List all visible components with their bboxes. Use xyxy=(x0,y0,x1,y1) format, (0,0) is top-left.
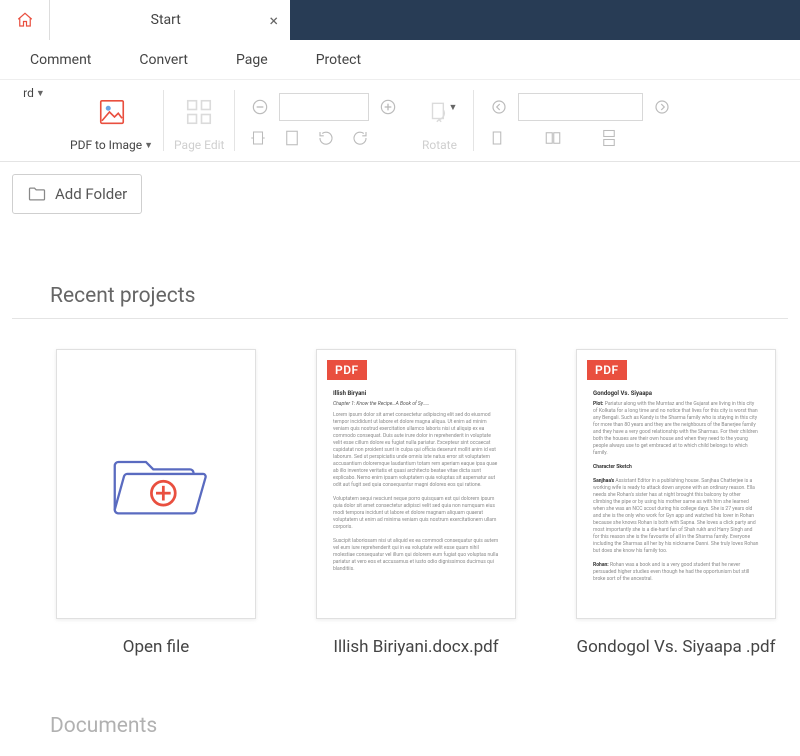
menu-page[interactable]: Page xyxy=(214,44,290,76)
documents-title: Documents xyxy=(12,714,788,738)
doc-preview: Illish Biryani Chapter 1: Know the Recip… xyxy=(333,390,499,602)
fit-page-icon xyxy=(283,129,301,147)
continuous-icon xyxy=(600,129,618,147)
pdf-badge: PDF xyxy=(327,360,367,380)
chevron-right-icon xyxy=(653,98,671,116)
rotate-cw-button[interactable] xyxy=(345,123,375,153)
tab-label: Start xyxy=(62,12,269,28)
pdf-badge: PDF xyxy=(587,360,627,380)
prev-page-button[interactable] xyxy=(484,92,514,122)
facing-pages-icon xyxy=(544,129,562,147)
plus-circle-icon xyxy=(378,97,398,117)
rotate-ccw-button[interactable] xyxy=(311,123,341,153)
single-page-icon xyxy=(488,129,506,147)
rotate-page-icon xyxy=(426,99,452,125)
chevron-down-icon: ▼ xyxy=(36,88,45,99)
open-folder-icon xyxy=(101,429,211,539)
image-icon xyxy=(97,97,127,127)
add-folder-button[interactable]: Add Folder xyxy=(12,174,142,214)
next-page-button[interactable] xyxy=(647,92,677,122)
toolbar-divider xyxy=(473,90,474,151)
toolbar-divider xyxy=(163,90,164,151)
grid-icon xyxy=(184,97,214,127)
home-icon xyxy=(16,11,34,29)
page-input-wrap xyxy=(518,93,643,121)
continuous-button[interactable] xyxy=(594,123,624,153)
to-word-dropdown[interactable]: rd ▼ xyxy=(4,84,64,154)
menu-comment[interactable]: Comment xyxy=(8,44,113,76)
menu-convert[interactable]: Convert xyxy=(117,44,210,76)
facing-pages-button[interactable] xyxy=(538,123,568,153)
fit-width-button[interactable] xyxy=(243,123,273,153)
tab-start[interactable]: Start × xyxy=(50,0,290,40)
recent-file-card[interactable]: PDF Illish Biryani Chapter 1: Know the R… xyxy=(316,349,516,658)
card-caption: Open file xyxy=(123,637,189,658)
open-file-card[interactable]: Open file xyxy=(56,349,256,658)
toolbar-divider xyxy=(234,90,235,151)
home-button[interactable] xyxy=(0,0,50,40)
recent-cards: Open file PDF Illish Biryani Chapter 1: … xyxy=(12,319,788,688)
card-caption: Gondogol Vs. Siyaapa .pdf xyxy=(576,637,775,658)
folder-icon xyxy=(27,184,47,204)
card-caption: Illish Biriyani.docx.pdf xyxy=(333,637,498,658)
content-area: Add Folder Recent projects Open file PDF xyxy=(0,162,800,756)
rotate-cw-icon xyxy=(351,129,369,147)
rotate-button: Rotate xyxy=(409,84,469,154)
single-page-button[interactable] xyxy=(482,123,512,153)
menu-bar: Comment Convert Page Protect xyxy=(0,40,800,80)
minus-circle-icon xyxy=(250,97,270,117)
recent-projects-title: Recent projects xyxy=(12,284,788,319)
fit-page-button[interactable] xyxy=(277,123,307,153)
zoom-input-wrap: ▼ xyxy=(279,93,369,121)
fit-width-icon xyxy=(249,129,267,147)
pdf-to-image-button[interactable]: PDF to Image ▼ xyxy=(64,84,159,154)
rotate-ccw-icon xyxy=(317,129,335,147)
close-tab-button[interactable]: × xyxy=(269,11,278,30)
menu-protect[interactable]: Protect xyxy=(294,44,383,76)
chevron-left-icon xyxy=(490,98,508,116)
add-folder-label: Add Folder xyxy=(55,185,127,203)
title-bar: Start × xyxy=(0,0,800,40)
doc-preview: Gondogol Vs. Siyaapa Plot: Pariatur alon… xyxy=(593,390,759,602)
zoom-out-button[interactable] xyxy=(245,92,275,122)
chevron-down-icon: ▼ xyxy=(144,140,153,151)
page-edit-button: Page Edit xyxy=(168,84,230,154)
recent-file-card[interactable]: PDF Gondogol Vs. Siyaapa Plot: Pariatur … xyxy=(576,349,776,658)
zoom-in-button[interactable] xyxy=(373,92,403,122)
toolbar: rd ▼ PDF to Image ▼ Page Edit ▼ xyxy=(0,80,800,162)
